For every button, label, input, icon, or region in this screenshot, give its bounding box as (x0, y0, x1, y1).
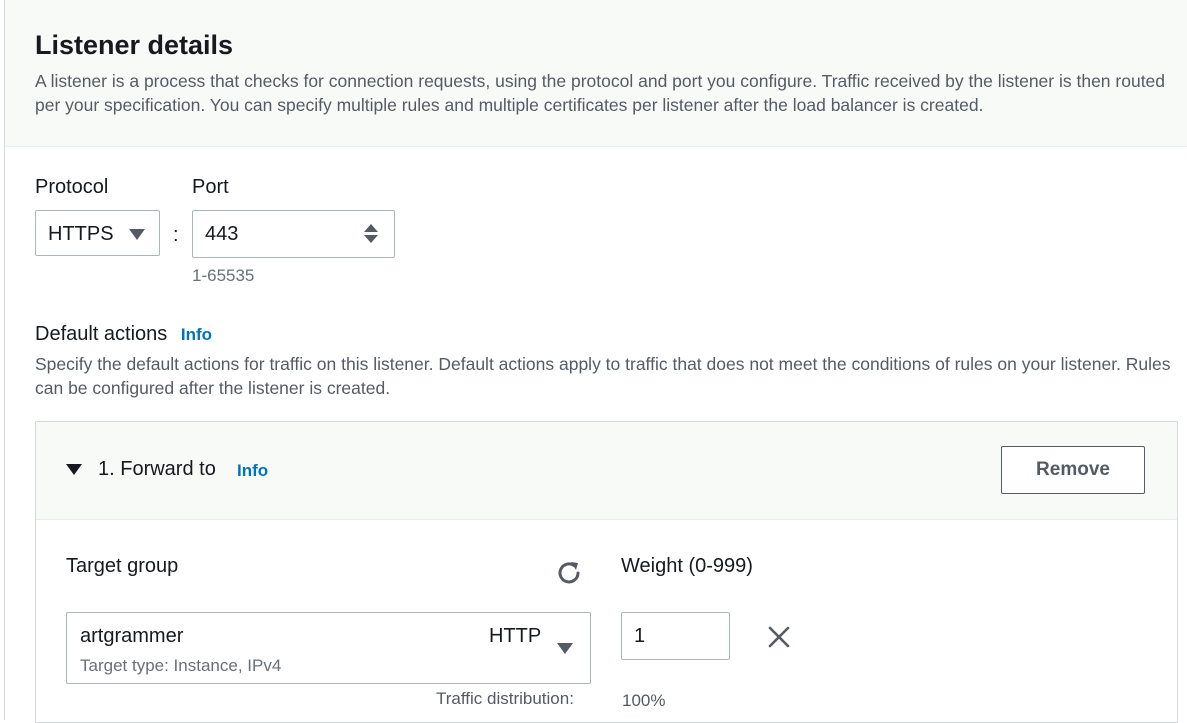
default-actions-description: Specify the default actions for traffic … (35, 354, 1171, 398)
target-group-name: artgrammer (80, 625, 184, 647)
traffic-distribution-label: Traffic distribution: (436, 689, 574, 708)
forward-action-header[interactable]: 1. Forward to Info Remove (36, 422, 1177, 520)
protocol-label: Protocol (35, 176, 109, 198)
protocol-select[interactable]: HTTPS (35, 210, 160, 256)
triangle-down-icon[interactable] (66, 464, 82, 475)
port-hint: 1-65535 (192, 266, 255, 285)
listener-description: A listener is a process that checks for … (35, 71, 1166, 115)
forward-action-title: 1. Forward to (98, 458, 216, 480)
port-label: Port (192, 176, 229, 198)
page-title: Listener details (35, 30, 234, 60)
weight-input[interactable]: 1 (621, 612, 730, 660)
port-stepper[interactable] (364, 224, 378, 244)
protocol-port-separator: : (173, 224, 179, 246)
default-actions-title: Default actions (35, 323, 168, 345)
default-actions-heading: Default actions Info (35, 323, 212, 346)
caret-down-icon (129, 229, 145, 240)
listener-panel: Listener details A listener is a process… (4, 0, 1187, 723)
forward-action-card: 1. Forward to Info Remove Target group W… (35, 421, 1178, 723)
stepper-up-icon[interactable] (364, 224, 378, 232)
close-icon[interactable] (766, 624, 792, 650)
target-group-select[interactable]: artgrammer HTTP Target type: Instance, I… (66, 612, 591, 684)
caret-down-icon (557, 643, 573, 654)
target-group-label: Target group (66, 555, 179, 577)
traffic-distribution-value: 100% (622, 691, 666, 710)
weight-label: Weight (0-999) (621, 555, 753, 577)
stepper-down-icon[interactable] (364, 235, 378, 243)
listener-header: Listener details A listener is a process… (5, 0, 1187, 147)
target-group-type: Target type: Instance, IPv4 (80, 656, 282, 675)
remove-button[interactable]: Remove (1001, 446, 1145, 494)
port-input[interactable]: 443 (192, 210, 395, 258)
target-group-protocol: HTTP (489, 625, 542, 647)
protocol-value: HTTPS (48, 223, 114, 245)
weight-value: 1 (634, 625, 646, 647)
refresh-icon[interactable] (554, 558, 584, 588)
port-value: 443 (205, 223, 239, 245)
default-actions-info-link[interactable]: Info (181, 325, 212, 344)
forward-info-link[interactable]: Info (237, 461, 268, 481)
